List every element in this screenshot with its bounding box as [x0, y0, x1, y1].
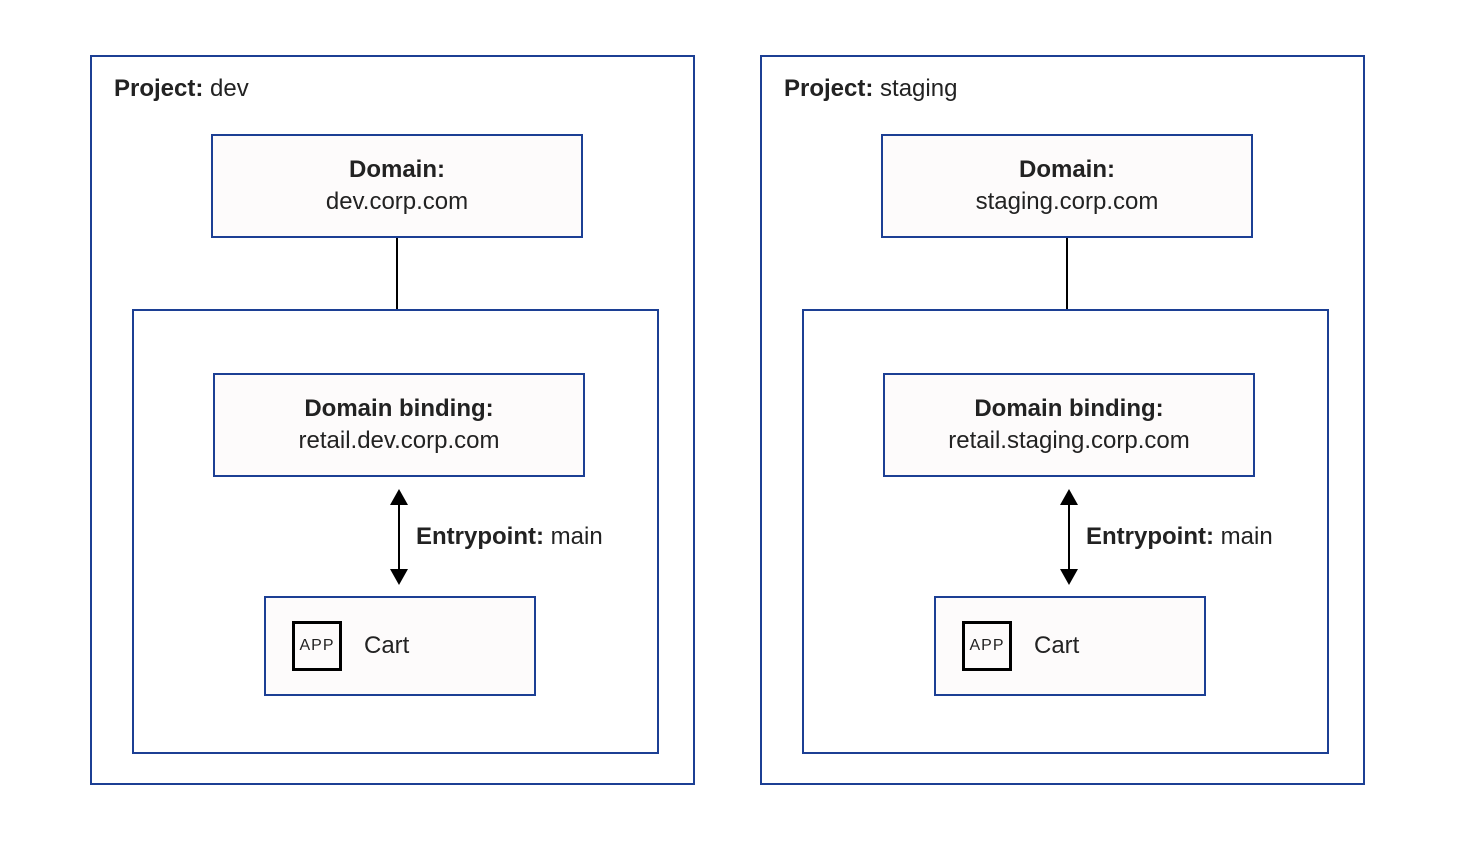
binding-value: retail.dev.corp.com	[299, 425, 500, 457]
arrow-binding-to-app	[1068, 491, 1070, 583]
project-staging: Project: staging Domain: staging.corp.co…	[760, 55, 1365, 785]
binding-box: Domain binding: retail.staging.corp.com	[883, 373, 1255, 477]
arrow-down-icon	[390, 569, 408, 585]
app-badge: APP	[969, 637, 1004, 655]
arrow-down-icon	[1060, 569, 1078, 585]
binding-prefix: Domain binding:	[974, 395, 1163, 422]
project-name: dev	[210, 75, 249, 102]
app-icon: APP	[292, 621, 342, 671]
domain-box: Domain: staging.corp.com	[881, 134, 1253, 238]
entry-prefix: Entrypoint:	[416, 523, 544, 550]
project-dev: Project: dev Domain: dev.corp.com Domain…	[90, 55, 695, 785]
domain-value: staging.corp.com	[976, 186, 1159, 218]
inner-container: Domain binding: retail.staging.corp.com …	[802, 309, 1329, 754]
app-box: APP Cart	[934, 596, 1206, 696]
domain-value: dev.corp.com	[326, 186, 468, 218]
app-icon: APP	[962, 621, 1012, 671]
entrypoint-label: Entrypoint: main	[416, 523, 603, 551]
app-badge: APP	[299, 637, 334, 655]
entry-value: main	[1221, 523, 1273, 550]
arrow-up-icon	[1060, 489, 1078, 505]
project-label: Project: staging	[784, 75, 957, 103]
binding-value: retail.staging.corp.com	[948, 425, 1189, 457]
app-box: APP Cart	[264, 596, 536, 696]
inner-container: Domain binding: retail.dev.corp.com Entr…	[132, 309, 659, 754]
domain-prefix: Domain:	[349, 156, 445, 183]
project-label: Project: dev	[114, 75, 249, 103]
binding-prefix: Domain binding:	[304, 395, 493, 422]
app-name: Cart	[1034, 632, 1079, 660]
entrypoint-label: Entrypoint: main	[1086, 523, 1273, 551]
binding-box: Domain binding: retail.dev.corp.com	[213, 373, 585, 477]
domain-prefix: Domain:	[1019, 156, 1115, 183]
app-name: Cart	[364, 632, 409, 660]
project-name: staging	[880, 75, 957, 102]
entry-prefix: Entrypoint:	[1086, 523, 1214, 550]
arrow-up-icon	[390, 489, 408, 505]
project-label-prefix: Project:	[114, 75, 203, 102]
entry-value: main	[551, 523, 603, 550]
project-label-prefix: Project:	[784, 75, 873, 102]
arrow-binding-to-app	[398, 491, 400, 583]
domain-box: Domain: dev.corp.com	[211, 134, 583, 238]
